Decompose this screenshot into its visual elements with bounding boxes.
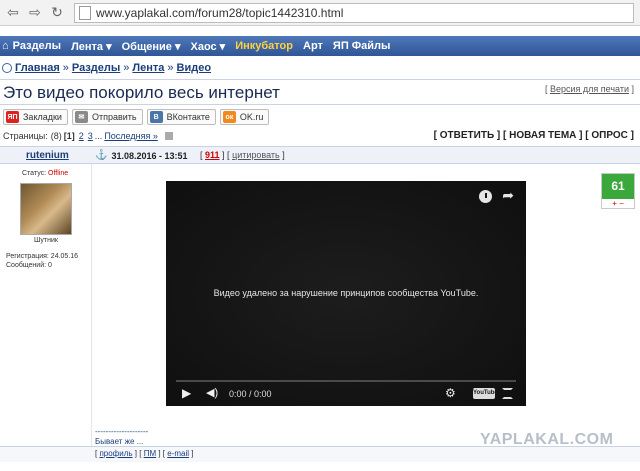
post-date-text: 31.08.2016 - 13:51 xyxy=(111,150,188,161)
pages-ellipsis: ... xyxy=(94,131,103,141)
video-player[interactable]: ➦ Видео удалено за нарушение принципов с… xyxy=(166,181,526,406)
breadcrumb-separator: » xyxy=(123,62,130,74)
play-icon[interactable]: ▶ xyxy=(182,386,191,400)
site-nav: ⌂ Разделы Лента ▾ Общение ▾ Хаос ▾ Инкуб… xyxy=(0,36,640,56)
post-author[interactable]: rutenium xyxy=(26,150,69,161)
vk-label: ВКонтакте xyxy=(166,112,210,122)
url-text: www.yaplakal.com/forum28/topic1442310.ht… xyxy=(96,5,344,20)
last-page-link[interactable]: Последняя » xyxy=(104,131,158,141)
reload-icon[interactable]: ↻ xyxy=(48,4,66,22)
post-date: ⚓ 31.08.2016 - 13:51 xyxy=(95,150,188,161)
bookmarks-button[interactable]: ЯП Закладки xyxy=(3,109,68,125)
breadcrumb-feed[interactable]: Лента xyxy=(132,62,164,74)
ok-label: OK.ru xyxy=(239,112,264,122)
fullscreen-icon[interactable] xyxy=(502,388,513,399)
send-button[interactable]: ✉ Отправить xyxy=(71,109,143,125)
nav-item-incubator[interactable]: Инкубатор xyxy=(235,40,293,52)
divider xyxy=(0,79,640,80)
page-link-3[interactable]: 3 xyxy=(88,131,93,141)
vk-icon: В xyxy=(149,111,163,123)
ok-icon: ок xyxy=(222,111,236,123)
nav-item-sections[interactable]: Разделы xyxy=(13,40,61,52)
share-icon[interactable]: ➦ xyxy=(502,187,514,204)
pages-total: (8) xyxy=(50,131,62,141)
address-bar[interactable]: www.yaplakal.com/forum28/topic1442310.ht… xyxy=(74,2,634,23)
nav-item-files[interactable]: ЯП Файлы xyxy=(333,40,391,52)
video-time: 0:00 / 0:00 xyxy=(229,389,272,399)
rating-value: 61 xyxy=(602,174,634,199)
avatar[interactable] xyxy=(20,183,72,235)
nav-item-chat[interactable]: Общение ▾ xyxy=(122,40,181,53)
breadcrumb: Главная » Разделы » Лента » Видео xyxy=(2,62,211,74)
home-icon[interactable]: ⌂ xyxy=(2,40,9,52)
status-value: Offline xyxy=(48,170,69,177)
author-rank: Шутник xyxy=(34,237,58,244)
topic-actions[interactable]: [ ОТВЕТИТЬ ] [ НОВАЯ ТЕМА ] [ ОПРОС ] xyxy=(434,130,634,141)
breadcrumb-video[interactable]: Видео xyxy=(177,62,212,74)
post-rating: 61 + − xyxy=(601,173,635,209)
nav-item-chaos[interactable]: Хаос ▾ xyxy=(190,40,225,53)
registration-date: Регистрация: 24.05.16 xyxy=(6,253,79,260)
settings-icon[interactable]: ⚙ xyxy=(445,386,456,400)
signature: Бывает же ... xyxy=(95,437,144,446)
breadcrumb-sections[interactable]: Разделы xyxy=(72,62,120,74)
forum-icon xyxy=(2,63,12,73)
vk-share-button[interactable]: В ВКонтакте xyxy=(146,109,216,125)
author-status: Статус: Offline xyxy=(22,170,68,177)
author-info: Регистрация: 24.05.16 Сообщений: 0 xyxy=(6,252,78,270)
anchor-icon[interactable]: ⚓ xyxy=(95,150,107,161)
browser-toolbar: ⇦ ⇨ ↻ www.yaplakal.com/forum28/topic1442… xyxy=(0,0,640,26)
status-label: Статус: xyxy=(22,170,47,177)
message-count: Сообщений: 0 xyxy=(6,262,52,269)
profile-link[interactable]: профиль xyxy=(99,449,132,458)
breadcrumb-home[interactable]: Главная xyxy=(15,62,60,74)
mail-icon: ✉ xyxy=(74,111,88,123)
page-title: Это видео покорило весь интернет xyxy=(3,83,280,102)
print-version-link[interactable]: [ Версия для печати ] xyxy=(545,84,634,94)
bookmarks-label: Закладки xyxy=(23,112,62,122)
signature-divider: -------------------- xyxy=(95,427,149,436)
page-link-2[interactable]: 2 xyxy=(79,131,84,141)
divider xyxy=(0,104,640,105)
share-buttons: ЯП Закладки ✉ Отправить В ВКонтакте ок O… xyxy=(3,109,273,125)
youtube-logo-icon[interactable]: YouTube xyxy=(473,388,498,399)
print-version-label[interactable]: Версия для печати xyxy=(550,84,629,94)
email-link[interactable]: e-mail xyxy=(167,449,189,458)
volume-icon[interactable]: ◀) xyxy=(206,386,218,399)
pm-link[interactable]: ПМ xyxy=(144,449,156,458)
current-page: [1] xyxy=(63,131,75,141)
post-number-link[interactable]: 911 xyxy=(205,150,220,160)
breadcrumb-separator: » xyxy=(167,62,174,74)
breadcrumb-separator: » xyxy=(62,62,69,74)
send-label: Отправить xyxy=(91,112,137,122)
pagination: Страницы: (8) [1] 2 3 ... Последняя » xyxy=(3,131,173,141)
video-message: Видео удалено за нарушение принципов соо… xyxy=(213,288,479,298)
pages-menu-icon[interactable] xyxy=(164,132,173,140)
post-number: [ 911 ] [ цитировать ] xyxy=(200,150,285,160)
pages-label: Страницы: xyxy=(3,131,48,141)
quote-link[interactable]: цитировать xyxy=(232,150,280,160)
rating-controls[interactable]: + − xyxy=(602,199,634,209)
progress-bar[interactable] xyxy=(176,380,516,382)
yap-icon: ЯП xyxy=(6,111,19,123)
forward-icon[interactable]: ⇨ xyxy=(26,4,44,22)
page-icon xyxy=(79,5,91,20)
back-icon[interactable]: ⇦ xyxy=(4,4,22,22)
nav-item-feed[interactable]: Лента ▾ xyxy=(71,40,112,53)
nav-item-art[interactable]: Арт xyxy=(303,40,323,52)
post-footer-links: [ профиль ] [ ПМ ] [ e-mail ] xyxy=(95,449,194,458)
ok-share-button[interactable]: ок OK.ru xyxy=(219,109,270,125)
watch-later-icon[interactable] xyxy=(479,190,492,203)
